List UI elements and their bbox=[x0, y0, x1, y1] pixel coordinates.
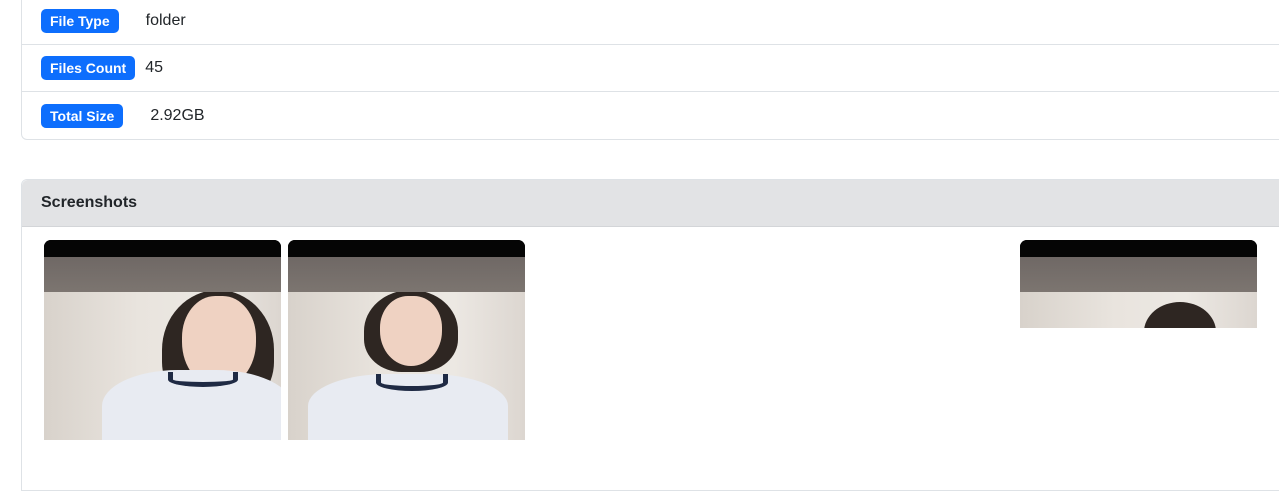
file-type-badge: File Type bbox=[41, 9, 119, 33]
screenshot-image-3 bbox=[1020, 292, 1257, 328]
file-type-row: File Type folder bbox=[22, 0, 1279, 45]
screenshot-thumbnail-1[interactable] bbox=[44, 240, 281, 440]
screenshot-thumbnail-2[interactable] bbox=[288, 240, 525, 440]
file-type-value: folder bbox=[145, 12, 186, 29]
files-count-row: Files Count 45 bbox=[22, 45, 1279, 92]
total-size-row: Total Size 2.92GB bbox=[22, 92, 1279, 139]
screenshot-thumbnail-3[interactable] bbox=[1020, 240, 1257, 328]
total-size-badge: Total Size bbox=[41, 103, 124, 128]
files-count-value: 45 bbox=[145, 59, 164, 76]
screenshots-header: Screenshots bbox=[22, 180, 1279, 227]
screenshot-image-1 bbox=[44, 292, 281, 440]
file-details-card: File Type folder Files Count 45 Total Si… bbox=[21, 0, 1279, 140]
files-count-badge: Files Count bbox=[41, 56, 136, 80]
screenshot-image-2 bbox=[288, 292, 525, 440]
total-size-value: 2.92GB bbox=[150, 106, 205, 124]
